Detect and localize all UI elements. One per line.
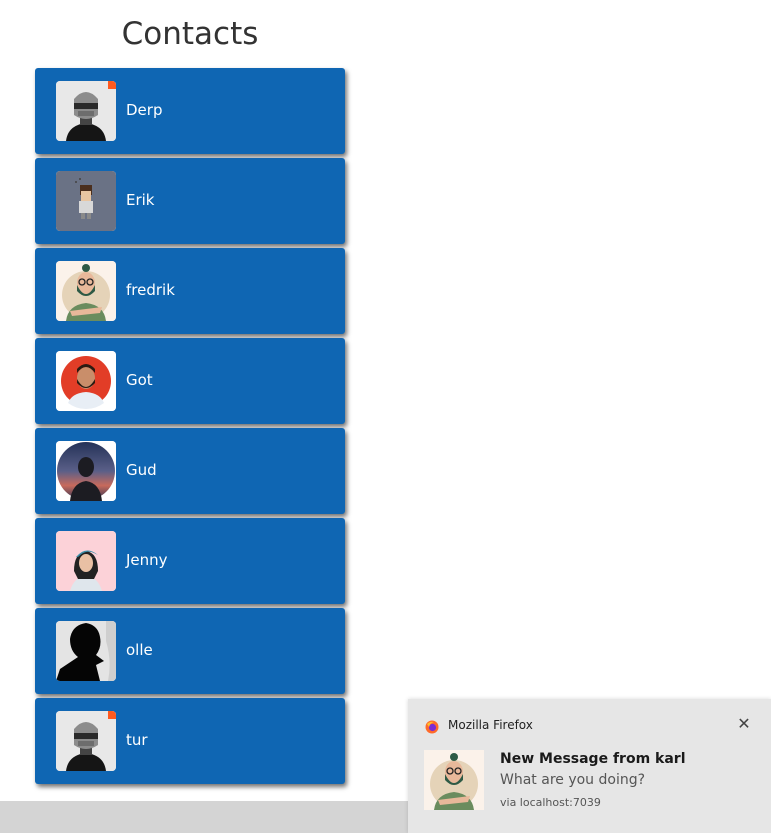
contact-card[interactable]: Got (35, 338, 345, 424)
notification-toast[interactable]: Mozilla Firefox ✕ New Message from karl … (408, 699, 771, 833)
contact-name: Derp (126, 101, 163, 119)
contact-card[interactable]: Erik (35, 158, 345, 244)
knight-helmet-avatar (56, 711, 116, 771)
notification-app-name: Mozilla Firefox (448, 718, 533, 732)
contact-card[interactable]: fredrik (35, 248, 345, 334)
contact-list: Derp Erik fredrik Got Gud Jenny olle tur (35, 68, 345, 788)
bearded-man-bun-avatar (424, 750, 484, 810)
contact-card[interactable]: Jenny (35, 518, 345, 604)
contact-card[interactable]: Gud (35, 428, 345, 514)
notification-title: New Message from karl (500, 751, 686, 767)
contact-name: fredrik (126, 281, 175, 299)
close-icon[interactable]: ✕ (733, 713, 755, 735)
woman-pink-avatar (56, 531, 116, 591)
contact-name: Jenny (126, 551, 168, 569)
page-title: Contacts (121, 16, 259, 52)
pixel-girl-avatar (56, 171, 116, 231)
contact-card[interactable]: olle (35, 608, 345, 694)
contact-name: Got (126, 371, 153, 389)
dark-silhouette-avatar (56, 621, 116, 681)
contact-name: tur (126, 731, 148, 749)
silhouette-sunset-avatar (56, 441, 116, 501)
knight-helmet-avatar (56, 81, 116, 141)
contact-card[interactable]: tur (35, 698, 345, 784)
firefox-icon (425, 719, 439, 734)
bearded-man-bun-avatar (56, 261, 116, 321)
contact-name: Erik (126, 191, 155, 209)
contact-name: Gud (126, 461, 157, 479)
bearded-man-red-avatar (56, 351, 116, 411)
contact-card[interactable]: Derp (35, 68, 345, 154)
notification-body: What are you doing? (500, 772, 646, 788)
contact-name: olle (126, 641, 153, 659)
notification-source: via localhost:7039 (500, 796, 601, 809)
